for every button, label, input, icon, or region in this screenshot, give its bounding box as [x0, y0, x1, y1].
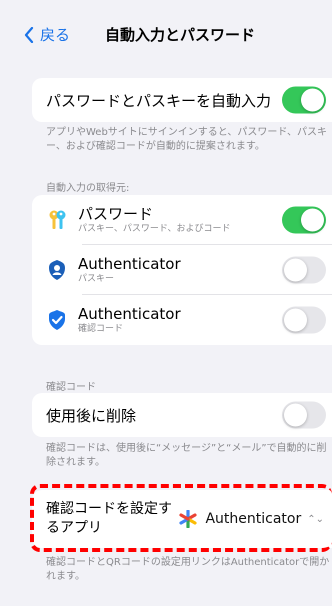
source-name: Authenticator [78, 254, 181, 273]
autofill-group: パスワードとパスキーを自動入力 [32, 78, 332, 122]
autofill-footnote: アプリやWebサイトにサインインすると、パスワード、パスキー、および確認コードが… [46, 127, 328, 152]
source-sub: パスキー、パスワード、およびコード [78, 223, 231, 234]
toggle-knob [284, 308, 307, 332]
source-name: Authenticator [78, 304, 181, 323]
delete-footnote: 確認コードは、使用後に“メッセージ”と“メール”で自動的に削除されます。 [46, 443, 327, 468]
setup-group: 確認コードを設定するアプリ Authenticator ⌃⌄ [32, 490, 332, 548]
chevron-updown-icon: ⌃⌄ [307, 513, 324, 525]
source-row-authenticator-codes: Authenticator 確認コード [32, 295, 332, 345]
source-row-authenticator-passkey: Authenticator パスキー [32, 245, 332, 295]
setup-app-selector[interactable]: Authenticator ⌃⌄ [179, 510, 324, 528]
codes-header: 確認コード [46, 382, 96, 393]
setup-footnote: 確認コードとQRコードの設定用リンクはAuthenticatorで開かれます。 [46, 557, 330, 582]
source-sub: パスキー [78, 273, 115, 284]
microsoft-authenticator-icon [46, 259, 68, 281]
sources-header: 自動入力の取得元: [46, 183, 130, 194]
toggle-knob [284, 403, 307, 427]
toggle-knob [284, 258, 307, 282]
source-sub: 確認コード [78, 323, 124, 334]
authenticator-passkey-toggle[interactable] [282, 256, 326, 284]
autofill-toggle[interactable] [282, 86, 326, 114]
autofill-row: パスワードとパスキーを自動入力 [32, 78, 332, 122]
google-authenticator-icon [179, 510, 198, 528]
sources-group: パスワード パスキー、パスワード、およびコード Authenticator パス… [32, 195, 332, 345]
delete-row: 使用後に削除 [32, 393, 332, 437]
shield-check-icon [46, 309, 68, 331]
setup-label: 確認コードを設定するアプリ [46, 501, 172, 536]
delete-group: 使用後に削除 [32, 393, 332, 437]
setup-app-row[interactable]: 確認コードを設定するアプリ Authenticator ⌃⌄ [32, 490, 332, 548]
toggle-knob [301, 88, 324, 112]
passwords-toggle[interactable] [282, 206, 326, 234]
passwords-key-icon [46, 209, 68, 231]
setup-app-value: Authenticator [205, 511, 302, 527]
autofill-label: パスワードとパスキーを自動入力 [46, 91, 272, 110]
source-name: パスワード [78, 204, 154, 223]
delete-toggle[interactable] [282, 401, 326, 429]
authenticator-codes-toggle[interactable] [282, 306, 326, 334]
toggle-knob [301, 208, 324, 232]
page-title: 自動入力とパスワード [104, 26, 255, 44]
source-row-passwords: パスワード パスキー、パスワード、およびコード [32, 195, 332, 245]
nav-bar: 戻る 自動入力とパスワード [0, 0, 332, 60]
delete-label: 使用後に削除 [46, 406, 137, 425]
